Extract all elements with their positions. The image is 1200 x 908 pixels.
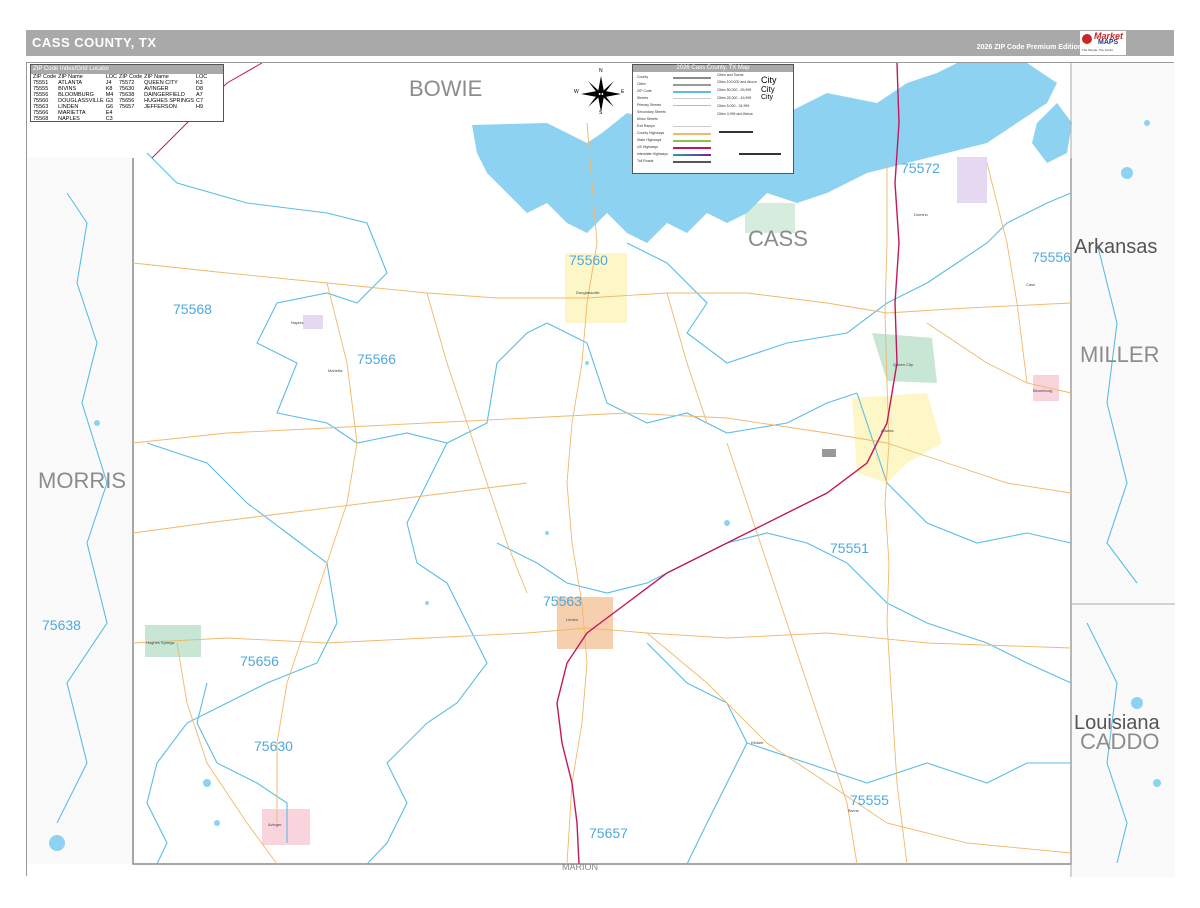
legend-city-size: Cities 50,000 - 99,999 — [717, 88, 752, 92]
zip-label: 75656 — [240, 653, 279, 669]
zip-index-table: ZIP Code ZIP Name LOC ZIP Code ZIP Name … — [33, 74, 209, 122]
legend-city-sample: City — [761, 94, 774, 101]
compass-e: E — [621, 89, 625, 95]
legend-city-size: Cities 4,999 and Below — [717, 112, 753, 116]
zip-label: 75638 — [42, 617, 81, 633]
town-label: Cass — [1026, 282, 1036, 287]
table-cell — [119, 116, 144, 122]
map-canvas — [27, 63, 1175, 877]
edition-label: 2026 ZIP Code Premium Edition — [976, 44, 1082, 51]
town-label: Avinger — [268, 822, 282, 827]
compass-icon — [581, 76, 621, 112]
town-label: Douglassville — [576, 290, 600, 295]
legend-swatch — [673, 140, 711, 142]
legend-city-sample: City — [761, 85, 775, 94]
legend-item: Streets — [637, 96, 649, 100]
legend-item: County — [637, 75, 649, 79]
legend-swatch — [673, 98, 711, 99]
zip-label: 75551 — [830, 540, 869, 556]
legend-swatch — [673, 77, 711, 79]
town-label: Atlanta — [881, 428, 894, 433]
zip-index-panel: ZIP Code Index/Grid Locator ZIP Code ZIP… — [30, 64, 224, 122]
legend-swatch — [673, 126, 711, 127]
legend-swatch — [673, 105, 711, 106]
town-label: Kildare — [751, 740, 764, 745]
county-label-cass: CASS — [748, 226, 808, 251]
zip-label: 75568 — [173, 301, 212, 317]
map-title: CASS COUNTY, TX — [32, 35, 157, 50]
table-row: 75568 NAPLES C3 — [33, 116, 209, 122]
table-cell: C3 — [105, 116, 113, 122]
legend-swatch — [673, 133, 711, 135]
logo-globe-icon — [1082, 34, 1092, 44]
legend-city-size: Cities 5,000 - 24,999 — [717, 104, 750, 108]
town-label: Linden — [566, 617, 579, 622]
title-bar: CASS COUNTY, TX 2026 ZIP Code Premium Ed… — [26, 30, 1174, 56]
compass-w: W — [574, 89, 579, 95]
scale-bar-icon — [719, 131, 781, 155]
state-label-arkansas: Arkansas — [1074, 236, 1158, 258]
compass-n: N — [599, 68, 603, 74]
town-label: Naples — [291, 320, 304, 325]
legend-item: State Highways — [637, 138, 662, 142]
town-blocks — [822, 449, 836, 457]
county-label-marion: MARION — [562, 862, 598, 872]
legend-item: US Highways — [637, 145, 659, 149]
legend-cities-header: Cities and Towns — [717, 73, 744, 77]
map-legend: 2026 Cass County, TX Map County Cities Z… — [632, 64, 794, 174]
town-label: Domino — [914, 212, 928, 217]
zip-label: 75563 — [543, 593, 582, 609]
county-label-morris: MORRIS — [38, 468, 126, 493]
table-cell — [196, 116, 209, 122]
town-label: Marietta — [328, 368, 343, 373]
compass-s: S — [599, 110, 603, 116]
logo-tag: The Simple, The Smart — [1082, 48, 1113, 52]
legend-item: Exit Ramps — [637, 124, 655, 128]
town-label: Bivins — [848, 808, 859, 813]
legend-swatch — [673, 91, 711, 93]
county-label-miller: MILLER — [1080, 342, 1160, 367]
table-cell: 75568 — [33, 116, 49, 122]
town-label: Hughes Springs — [146, 640, 175, 645]
town-label: Queen City — [893, 362, 914, 367]
town-label: Bloomburg — [1033, 388, 1053, 393]
state-label-louisiana: Louisiana — [1074, 712, 1160, 734]
zip-index-title: ZIP Code Index/Grid Locator — [31, 65, 223, 74]
legend-swatch — [673, 161, 711, 163]
legend-city-size: Cities 100,000 and Above — [717, 80, 757, 84]
map-frame — [26, 62, 1175, 877]
legend-item: County Highways — [637, 131, 665, 135]
logo-line2: MAPS — [1098, 39, 1119, 46]
zip-label: 75556 — [1032, 249, 1071, 265]
legend-title: 2026 Cass County, TX Map — [633, 65, 793, 72]
zip-label: 75572 — [901, 160, 940, 176]
table-cell: NAPLES — [58, 116, 80, 122]
legend-swatch — [673, 154, 711, 156]
zip-label: 75657 — [589, 825, 628, 841]
legend-item: ZIP Code — [637, 89, 652, 93]
legend-city-size: Cities 25,000 - 49,999 — [717, 96, 752, 100]
market-maps-logo: Market MAPS The Simple, The Smart — [1080, 31, 1126, 55]
legend-swatch — [673, 84, 711, 86]
zip-label: 75555 — [850, 792, 889, 808]
legend-item: Cities — [637, 82, 646, 86]
legend-item: Primary Streets — [637, 103, 662, 107]
zip-label: 75566 — [357, 351, 396, 367]
table-cell — [144, 116, 196, 122]
legend-item: Toll Roads — [637, 159, 654, 163]
legend-item: Minor Streets — [637, 117, 658, 121]
zip-label: 75630 — [254, 738, 293, 754]
county-label-bowie: BOWIE — [409, 76, 483, 101]
legend-swatch — [673, 147, 711, 149]
compass-rose: N E S W — [574, 68, 626, 116]
legend-item: Interstate Highways — [637, 152, 668, 156]
zip-label: 75560 — [569, 252, 608, 268]
legend-city-sample: City — [761, 75, 777, 85]
legend-item: Secondary Streets — [637, 110, 666, 114]
